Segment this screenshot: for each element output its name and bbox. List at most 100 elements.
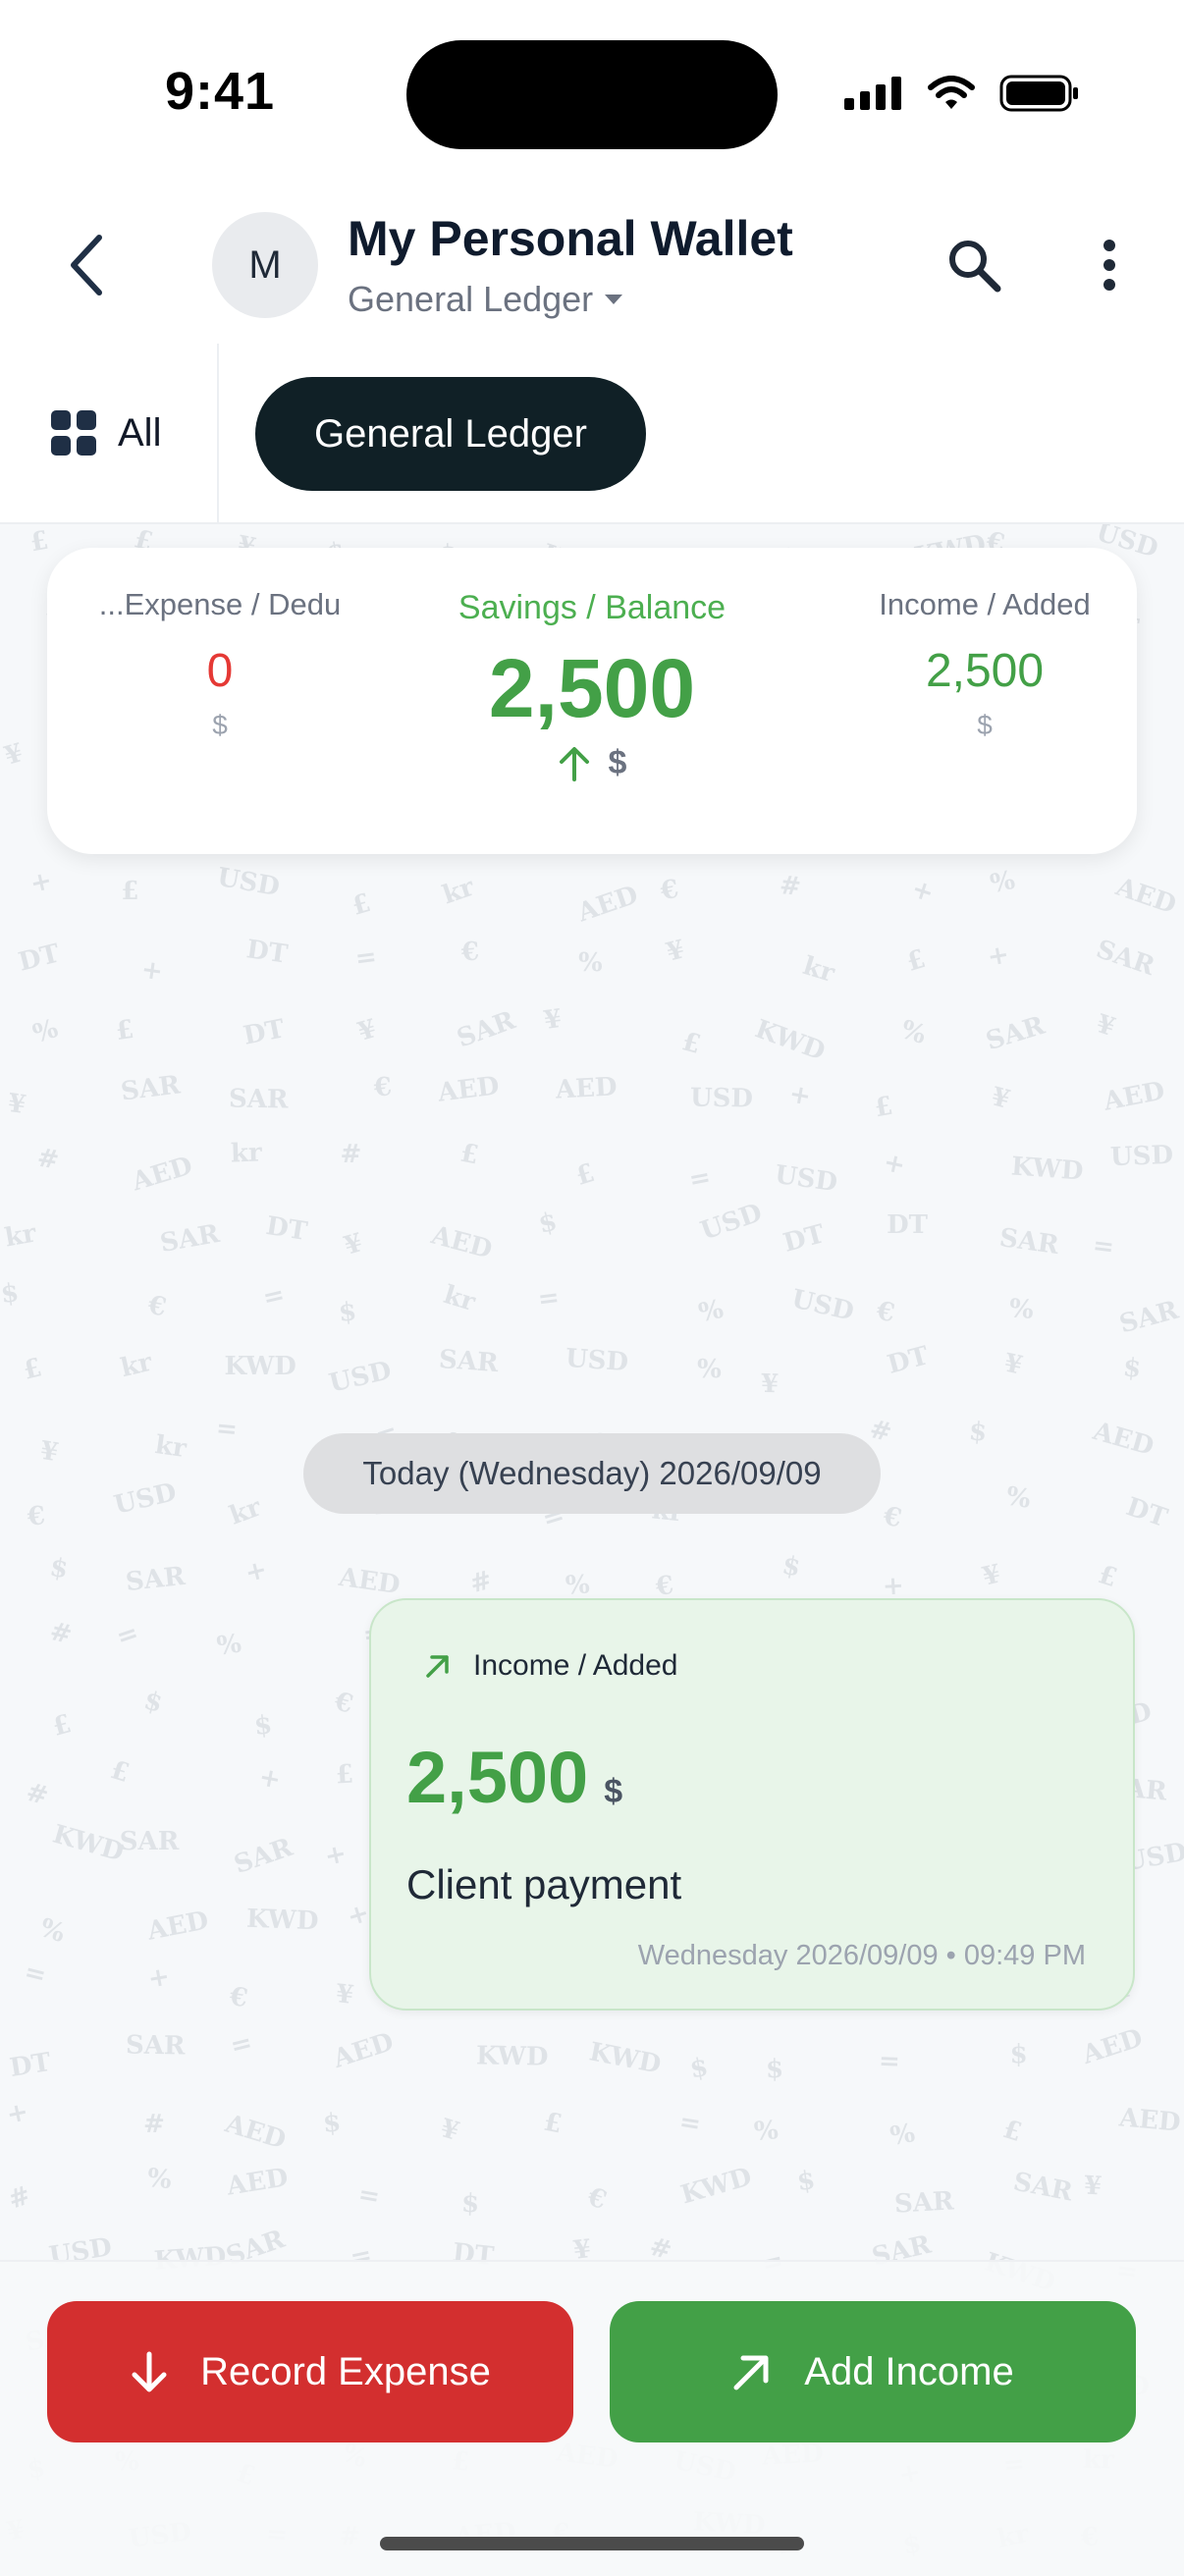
transaction-description: Client payment	[406, 1861, 682, 1907]
ledger-selector-label: General Ledger	[348, 279, 594, 319]
pattern-glyph: +	[880, 1148, 908, 1182]
pattern-glyph: DT	[7, 2047, 53, 2083]
pattern-glyph: €	[227, 1981, 249, 2014]
pattern-glyph: ¥	[1082, 2171, 1103, 2202]
pattern-glyph: %	[897, 1015, 930, 1051]
pattern-glyph: $	[795, 2166, 818, 2198]
pattern-glyph: ¥	[1000, 1348, 1025, 1381]
pattern-glyph: €	[874, 1296, 897, 1329]
tab-all[interactable]: All	[51, 410, 161, 456]
record-expense-label: Record Expense	[200, 2349, 491, 2393]
pattern-glyph: ¥	[37, 1435, 61, 1469]
pattern-glyph: KWD	[677, 2162, 756, 2211]
pattern-glyph: €	[372, 1072, 394, 1104]
transaction-currency: $	[604, 1773, 623, 1810]
transaction-timestamp: Wednesday 2026/09/09 • 09:49 PM	[637, 1940, 1086, 1971]
pattern-glyph: %	[888, 2118, 918, 2152]
back-button[interactable]	[51, 226, 120, 304]
savings-summary[interactable]: Savings / Balance 2,500 $	[401, 589, 783, 782]
pattern-glyph: ¥	[5, 1088, 27, 1120]
pattern-glyph: £	[20, 1352, 45, 1386]
pattern-glyph: +	[322, 1839, 350, 1872]
pattern-glyph: =	[536, 1283, 562, 1315]
pattern-glyph: DT	[244, 935, 291, 971]
pattern-glyph: #	[466, 1565, 496, 1600]
pattern-glyph: $	[337, 1296, 358, 1328]
expense-summary[interactable]: ...Expense / Dedu 0 $	[73, 587, 367, 741]
battery-icon	[999, 75, 1078, 112]
pattern-glyph: #	[779, 871, 803, 903]
pattern-glyph: KWD	[750, 1013, 829, 1067]
pattern-glyph: $	[687, 2052, 711, 2085]
pattern-glyph: AED	[330, 2026, 398, 2074]
avatar[interactable]: M	[212, 212, 318, 318]
pattern-glyph: kr	[438, 872, 478, 911]
add-income-button[interactable]: Add Income	[610, 2301, 1136, 2442]
pattern-glyph: KWD	[224, 1351, 296, 1381]
pattern-glyph: DT	[887, 1209, 928, 1240]
pattern-glyph: %	[1003, 1481, 1033, 1515]
pattern-glyph: DT	[1122, 1492, 1171, 1534]
pattern-glyph: %	[35, 1912, 69, 1949]
income-summary-currency: $	[977, 710, 993, 740]
record-expense-button[interactable]: Record Expense	[47, 2301, 573, 2442]
cellular-signal-icon	[844, 77, 901, 110]
pattern-glyph: $	[967, 1417, 989, 1449]
expense-summary-currency: $	[212, 710, 228, 740]
pattern-glyph: $	[535, 1206, 560, 1240]
pattern-glyph: AED	[1118, 2102, 1183, 2138]
pattern-glyph: SAR	[1010, 2167, 1076, 2208]
pattern-glyph: £	[1094, 1560, 1121, 1594]
pattern-glyph: USD	[326, 1356, 395, 1400]
pattern-glyph: USD	[565, 1344, 630, 1378]
pattern-glyph: kr	[152, 1429, 188, 1465]
pattern-glyph: ¥	[354, 1013, 381, 1047]
add-income-label: Add Income	[804, 2349, 1014, 2393]
pattern-glyph: +	[27, 866, 56, 900]
pattern-glyph: SAR	[892, 2186, 954, 2220]
pattern-glyph: SAR	[996, 1222, 1060, 1261]
home-indicator	[380, 2537, 804, 2550]
pattern-glyph: +	[256, 1762, 284, 1797]
summary-card: ...Expense / Dedu 0 $ Savings / Balance …	[47, 548, 1137, 854]
pattern-glyph: %	[145, 2164, 174, 2196]
pattern-glyph: $	[0, 1278, 21, 1311]
pattern-glyph: ¥	[663, 935, 688, 968]
search-button[interactable]	[935, 226, 1013, 304]
pattern-glyph: %	[697, 1355, 722, 1385]
transaction-card[interactable]: Income / Added 2,500 $ Client payment We…	[369, 1598, 1135, 2011]
pattern-glyph: ¥	[437, 2113, 463, 2147]
tab-general-ledger[interactable]: General Ledger	[255, 377, 646, 491]
pattern-glyph: SAR	[119, 1070, 183, 1107]
pattern-glyph: SAR	[230, 1832, 296, 1880]
pattern-glyph: USD	[788, 1284, 857, 1327]
pattern-glyph: $	[47, 1552, 71, 1585]
pattern-glyph: kr	[2, 1218, 39, 1254]
status-icons	[844, 75, 1080, 112]
pattern-glyph: KWD	[586, 2036, 664, 2080]
pattern-glyph: £	[107, 1754, 134, 1789]
pattern-glyph: ¥	[979, 1559, 1003, 1593]
ledger-selector[interactable]: General Ledger	[348, 279, 623, 320]
pattern-glyph: kr	[799, 950, 838, 989]
pattern-glyph: £	[349, 888, 375, 922]
pattern-glyph: £	[571, 1157, 598, 1192]
pattern-glyph: SAR	[453, 1005, 520, 1054]
pattern-glyph: SAR	[1115, 1295, 1181, 1340]
arrow-up-icon	[559, 746, 589, 781]
pattern-glyph: +	[4, 2096, 31, 2130]
pattern-glyph: $	[765, 2054, 784, 2084]
pattern-glyph: DT	[241, 1014, 288, 1051]
bottom-action-bar: Record Expense Add Income	[0, 2260, 1184, 2576]
pattern-glyph: $	[321, 2108, 343, 2139]
pattern-glyph: USD	[772, 1159, 839, 1198]
pattern-glyph: £	[114, 1014, 136, 1046]
pattern-glyph: AED	[555, 1072, 619, 1105]
transaction-amount-value: 2,500	[406, 1737, 589, 1818]
ledger-tabs: All General Ledger	[0, 344, 1184, 524]
wifi-icon	[928, 76, 975, 109]
pattern-glyph: #	[340, 1140, 362, 1170]
pattern-glyph: £	[49, 1708, 75, 1743]
more-menu-button[interactable]	[1080, 226, 1139, 304]
income-summary[interactable]: Income / Added 2,500 $	[852, 587, 1117, 741]
